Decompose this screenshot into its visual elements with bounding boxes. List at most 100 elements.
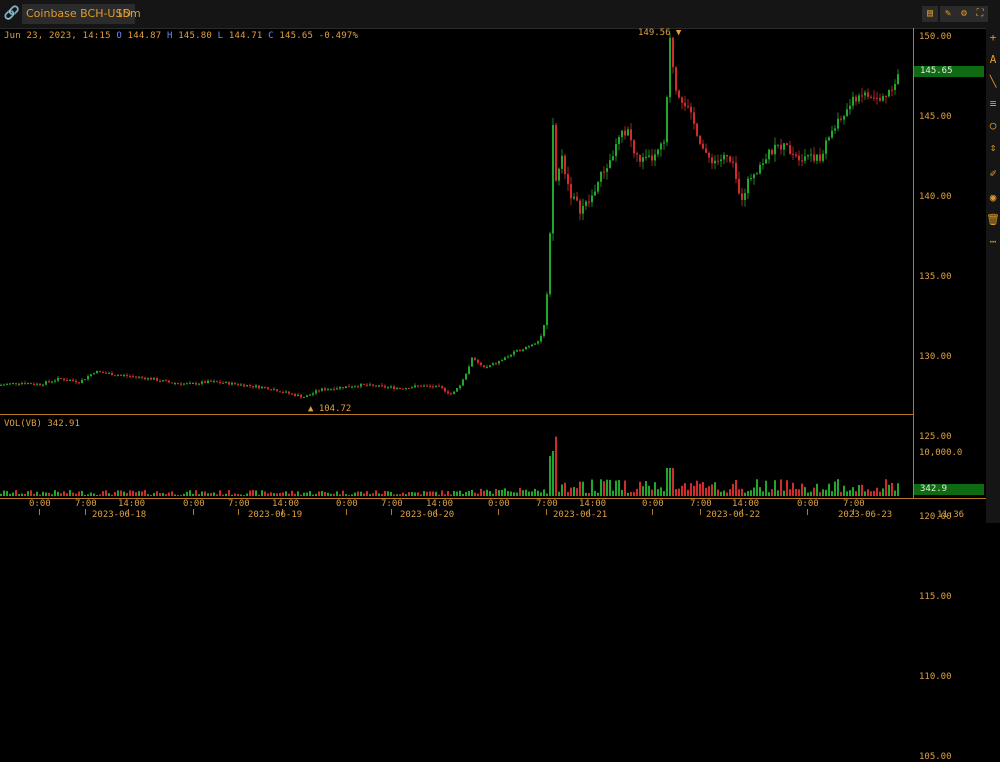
candle-body	[576, 196, 578, 201]
volume-bar	[774, 480, 776, 496]
price-tick-label: 130.00	[919, 352, 952, 362]
candle-body	[831, 130, 833, 138]
candle-body	[792, 153, 794, 155]
candle-body	[585, 201, 587, 206]
volume-bar	[525, 489, 527, 496]
candle-body	[525, 346, 527, 350]
measure-icon[interactable]: ⇕	[986, 140, 1000, 156]
volume-bar	[297, 491, 299, 496]
volume-bar	[552, 450, 554, 496]
price-chart[interactable]	[0, 28, 913, 498]
volume-bar	[300, 494, 302, 496]
chart-type-icon[interactable]: ▤	[922, 6, 938, 22]
link-icon[interactable]: 🔗	[3, 5, 21, 23]
eye-icon[interactable]: ◉	[986, 190, 1000, 206]
parallel-lines-icon[interactable]: ≡	[986, 96, 1000, 112]
candle-body	[510, 354, 512, 357]
volume-bar	[78, 491, 80, 496]
candle-body	[480, 362, 482, 366]
candle-body	[675, 67, 677, 91]
candle-body	[777, 144, 779, 146]
candle-body	[186, 383, 188, 385]
candle-body	[660, 143, 662, 150]
candle-body	[351, 386, 353, 388]
candle-body	[264, 386, 266, 388]
time-label: 7:00	[536, 499, 558, 509]
candle-body	[105, 372, 107, 374]
volume-bar	[207, 493, 209, 496]
candle-body	[153, 378, 155, 380]
candle-body	[552, 124, 554, 234]
volume-bar	[672, 468, 674, 496]
candle-body	[456, 388, 458, 392]
volume-bar	[708, 486, 710, 496]
candle-body	[789, 145, 791, 154]
candle-body	[210, 380, 212, 382]
volume-bar	[630, 492, 632, 496]
line-icon[interactable]: ╲	[986, 74, 1000, 90]
time-label: 14:00	[579, 499, 607, 509]
price-axis[interactable]	[913, 28, 987, 499]
volume-bar	[699, 483, 701, 496]
fullscreen-icon[interactable]: ⛶	[972, 6, 988, 22]
candle-body	[744, 193, 746, 200]
candle-body	[873, 97, 875, 99]
volume-bar	[771, 489, 773, 496]
more-icon[interactable]: ⋯	[986, 234, 1000, 250]
volume-bar	[813, 487, 815, 496]
date-label: 2023-06-23	[838, 510, 893, 520]
candle-body	[369, 384, 371, 386]
volume-bar	[765, 480, 767, 496]
interval-selector[interactable]: 15m	[112, 4, 145, 24]
candle-body	[333, 388, 335, 390]
candle-body	[768, 149, 770, 160]
candle-body	[759, 164, 761, 174]
price-tick-label: 105.00	[919, 752, 952, 762]
pane-separator[interactable]	[0, 414, 913, 415]
candle-body	[285, 391, 287, 393]
candle-body	[72, 379, 74, 381]
candle-body	[849, 105, 851, 110]
volume-bar	[45, 492, 47, 496]
candle-body	[435, 385, 437, 388]
volume-bar	[261, 490, 263, 496]
candle-body	[261, 386, 263, 389]
candle-body	[78, 382, 80, 384]
candle-body	[438, 385, 440, 387]
pencil-icon[interactable]: ✎	[940, 6, 956, 22]
candle-body	[363, 383, 365, 385]
candle-body	[141, 376, 143, 378]
text-icon[interactable]: A	[986, 52, 1000, 68]
time-label: 14:00	[426, 499, 454, 509]
circle-icon[interactable]: ○	[986, 118, 1000, 134]
settings-icon[interactable]: ⚙	[956, 6, 972, 22]
time-label: 14:00	[118, 499, 146, 509]
candle-body	[864, 92, 866, 96]
time-label: 7:00	[228, 499, 250, 509]
trash-icon[interactable]: 🗑	[986, 212, 1000, 228]
candle-body	[639, 154, 641, 162]
volume-bar	[189, 490, 191, 496]
volume-bar	[864, 491, 866, 496]
volume-bar	[720, 491, 722, 496]
candle-body	[549, 233, 551, 295]
candle-body	[357, 386, 359, 388]
volume-bar	[291, 490, 293, 496]
volume-bar	[462, 494, 464, 496]
brush-icon[interactable]: ✐	[986, 166, 1000, 182]
candle-body	[198, 383, 200, 385]
candle-body	[450, 393, 452, 395]
volume-bar	[369, 494, 371, 496]
volume-bar	[600, 479, 602, 496]
candle-body	[432, 386, 434, 388]
crosshair-icon[interactable]: +	[986, 30, 1000, 46]
volume-bar	[750, 490, 752, 496]
candle-body	[885, 96, 887, 98]
candle-body	[225, 381, 227, 383]
volume-bar	[615, 480, 617, 496]
candle-body	[222, 382, 224, 384]
candle-body	[519, 349, 521, 352]
candle-body	[111, 373, 113, 376]
volume-bar	[228, 490, 230, 496]
candle-body	[588, 201, 590, 203]
